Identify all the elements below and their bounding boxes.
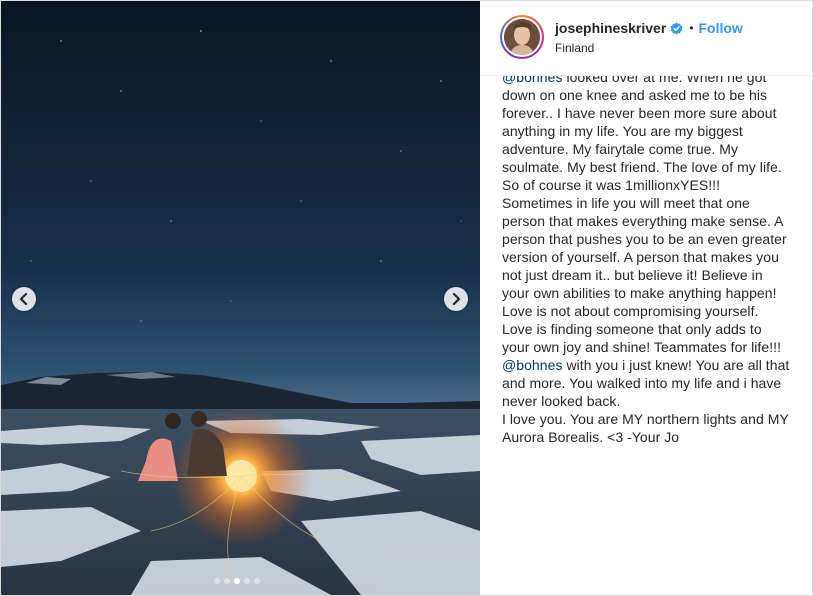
- username-link[interactable]: josephineskriver: [555, 20, 666, 36]
- carousel-prev-button[interactable]: [12, 287, 36, 311]
- mention-link[interactable]: @bohnes: [502, 357, 563, 373]
- campfire-night-photo: [1, 1, 480, 595]
- user-row: josephineskriver • Follow: [555, 20, 743, 36]
- carousel-dot: [254, 578, 260, 584]
- mention-link[interactable]: @bohnes: [502, 76, 563, 85]
- follow-button[interactable]: Follow: [698, 20, 742, 36]
- post-header: josephineskriver • Follow Finland: [481, 1, 812, 76]
- post-photo[interactable]: [1, 1, 480, 595]
- caption-scroll-area[interactable]: @bohnes looked over at me. When he got d…: [481, 76, 812, 595]
- chevron-left-icon: [19, 293, 28, 305]
- caption-text: looked over at me. When he got down on o…: [502, 76, 787, 355]
- location-link[interactable]: Finland: [555, 41, 594, 55]
- story-ring[interactable]: [500, 15, 544, 59]
- carousel-dot: [234, 578, 240, 584]
- separator-dot: •: [689, 21, 694, 35]
- carousel-dot: [224, 578, 230, 584]
- post-caption: @bohnes looked over at me. When he got d…: [502, 76, 792, 446]
- carousel-dot: [214, 578, 220, 584]
- avatar-image: [504, 19, 540, 55]
- post-sidebar: josephineskriver • Follow Finland @bohne…: [481, 1, 812, 595]
- verified-badge-icon: [670, 22, 683, 35]
- post-modal: josephineskriver • Follow Finland @bohne…: [0, 0, 813, 596]
- carousel-indicator: [214, 578, 260, 584]
- carousel-dot: [244, 578, 250, 584]
- carousel-next-button[interactable]: [444, 287, 468, 311]
- avatar[interactable]: [504, 19, 540, 55]
- chevron-right-icon: [452, 293, 461, 305]
